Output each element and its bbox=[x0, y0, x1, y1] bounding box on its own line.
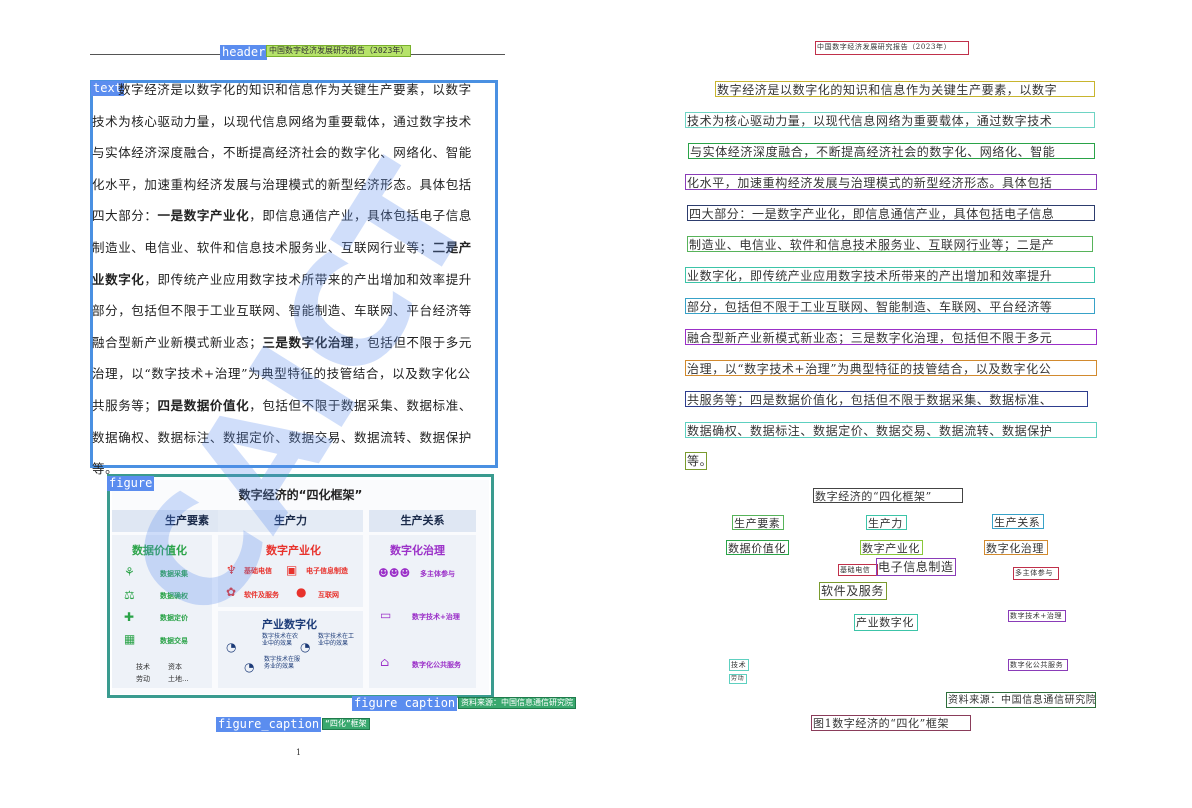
right-line-1: 数字经济是以数字化的知识和信息作为关键生产要素，以数字 bbox=[715, 81, 1095, 97]
right-line-5: 四大部分：一是数字产业化，即信息通信产业，具体包括电子信息 bbox=[687, 205, 1095, 221]
right-line-11: 共服务等；四是数据价值化，包括但不限于数据采集、数据标准、 bbox=[685, 391, 1088, 407]
right-line-6: 制造业、电信业、软件和信息技术服务业、互联网行业等；二是产 bbox=[687, 236, 1093, 252]
right-sec2: 数字产业化 bbox=[860, 540, 923, 555]
right-item-soft: 软件及服务 bbox=[819, 582, 887, 600]
right-line-8: 部分，包括但不限于工业互联网、智能制造、车联网、平台经济等 bbox=[685, 298, 1095, 314]
right-line-2: 技术为核心驱动力量，以现代信息网络为重要载体，通过数字技术 bbox=[685, 112, 1095, 128]
right-line-7: 业数字化，即传统产业应用数字技术所带来的产出增加和效率提升 bbox=[685, 267, 1095, 283]
right-caption: 图1数字经济的“四化”框架 bbox=[811, 715, 971, 731]
right-item-multi: 多主体参与 bbox=[1013, 567, 1059, 580]
right-line-10: 治理，以“数字技术+治理”为典型特征的技管结合，以及数字化公 bbox=[685, 360, 1097, 376]
right-item-public: 数字化公共服务 bbox=[1008, 659, 1068, 671]
right-line-4: 化水平，加速重构经济发展与治理模式的新型经济形态。具体包括 bbox=[685, 174, 1097, 190]
right-line-3: 与实体经济深度融合，不断提高经济社会的数字化、网络化、智能 bbox=[688, 143, 1095, 159]
right-sec3: 数字化治理 bbox=[984, 540, 1048, 555]
right-header: 中国数字经济发展研究报告（2023年） bbox=[815, 41, 969, 55]
svg-text:CAICT: CAICT bbox=[110, 138, 500, 649]
right-source: 资料来源：中国信息通信研究院 bbox=[946, 692, 1096, 708]
right-item-tech: 技术 bbox=[729, 659, 749, 671]
watermark-logo: CAICT bbox=[110, 138, 500, 649]
right-figure-title: 数字经济的“四化框架” bbox=[813, 488, 963, 503]
right-col3: 生产关系 bbox=[992, 514, 1044, 529]
page-number: 1 bbox=[296, 748, 302, 757]
right-item-tech-gov: 数字技术+治理 bbox=[1008, 610, 1066, 622]
right-item-labor: 劳动 bbox=[729, 674, 747, 684]
right-sec4: 产业数字化 bbox=[854, 614, 918, 631]
right-col1: 生产要素 bbox=[732, 515, 784, 530]
header-text: 中国数字经济发展研究报告（2023年） bbox=[266, 45, 412, 57]
right-item-elec: 电子信息制造 bbox=[876, 558, 956, 576]
right-line-12: 数据确权、数据标注、数据定价、数据交易、数据流转、数据保护 bbox=[685, 422, 1097, 438]
right-sec1: 数据价值化 bbox=[726, 540, 789, 555]
right-line-9: 融合型新产业新模式新业态；三是数字化治理，包括但不限于多元 bbox=[685, 329, 1097, 345]
header-label: header bbox=[220, 45, 268, 60]
right-col2: 生产力 bbox=[866, 515, 907, 530]
right-line-13: 等。 bbox=[685, 452, 707, 470]
right-item-basic: 基础电信 bbox=[838, 564, 878, 576]
